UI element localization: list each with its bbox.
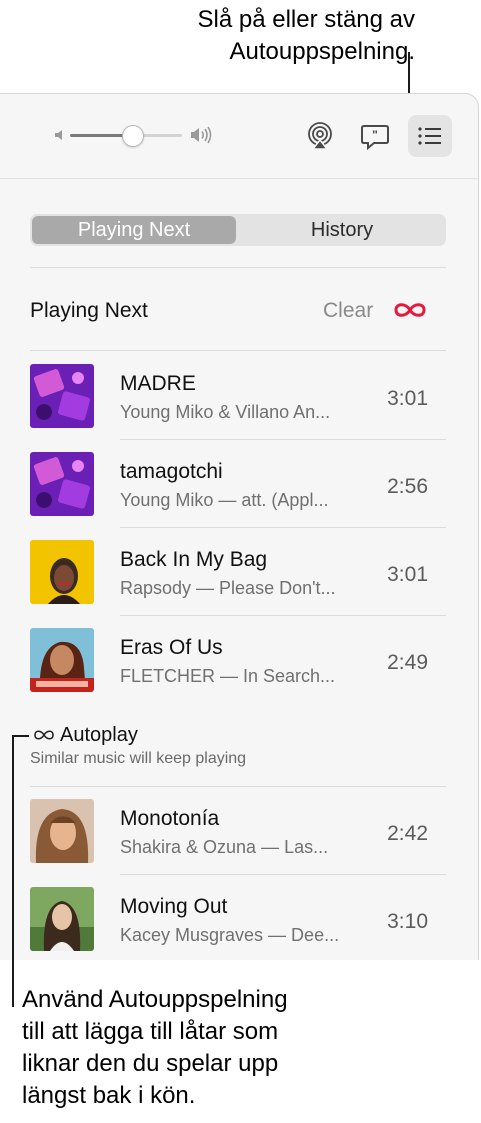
callout-bottom-leader-v xyxy=(12,735,14,1007)
callout-bottom-line4: längst bak i kön. xyxy=(22,1082,196,1109)
song-duration: 3:10 xyxy=(387,910,428,933)
song-duration: 3:01 xyxy=(387,387,428,410)
divider xyxy=(120,874,446,875)
lyrics-icon: " xyxy=(361,125,389,151)
song-duration: 3:01 xyxy=(387,563,428,586)
tab-history[interactable]: History xyxy=(240,214,444,246)
callout-bottom-line3: liknar den du spelar upp xyxy=(22,1050,279,1077)
callout-autoplay-info: Använd Autouppspelning till att lägga ti… xyxy=(22,984,382,1112)
volume-high-icon xyxy=(191,126,212,144)
album-art xyxy=(30,364,94,428)
album-art xyxy=(30,887,94,951)
infinity-icon xyxy=(34,730,54,740)
callout-top-line1: Slå på eller stäng av xyxy=(197,6,415,33)
song-subtitle: Kacey Musgraves — Dee... xyxy=(120,925,340,945)
album-art xyxy=(30,452,94,516)
autoplay-toggle-button[interactable] xyxy=(392,300,428,320)
queue-button[interactable] xyxy=(408,115,452,157)
divider xyxy=(120,527,446,528)
queue-tabs: Playing Next History xyxy=(30,214,446,246)
music-queue-panel: " Playing Next History Playing Next Clea… xyxy=(0,93,479,960)
song-title: Eras Of Us xyxy=(120,636,223,659)
callout-bottom-line1: Använd Autouppspelning xyxy=(22,986,288,1013)
divider xyxy=(30,267,446,268)
divider xyxy=(30,786,446,787)
song-title: Back In My Bag xyxy=(120,548,268,571)
queue-list-icon xyxy=(418,127,441,145)
song-subtitle: FLETCHER — In Search... xyxy=(120,666,336,686)
svg-text:": " xyxy=(372,128,378,142)
song-subtitle: Rapsody — Please Don't... xyxy=(120,578,336,598)
divider xyxy=(120,615,446,616)
song-subtitle: Young Miko — att. (Appl... xyxy=(120,490,329,510)
song-title: tamagotchi xyxy=(120,460,223,483)
song-duration: 2:42 xyxy=(387,822,428,845)
song-duration: 2:49 xyxy=(387,651,428,674)
album-art xyxy=(30,799,94,863)
callout-bottom-line2: till att lägga till låtar som xyxy=(22,1018,279,1045)
song-subtitle: Shakira & Ozuna — Las... xyxy=(120,837,329,857)
tab-playing-next[interactable]: Playing Next xyxy=(32,216,236,244)
volume-low-icon xyxy=(55,130,62,140)
callout-bottom-leader-h xyxy=(12,735,29,737)
song-title: Moving Out xyxy=(120,895,228,918)
album-art xyxy=(30,540,94,604)
autoplay-heading: Autoplay xyxy=(60,724,138,746)
autoplay-subtitle: Similar music will keep playing xyxy=(30,750,247,767)
song-subtitle: Young Miko & Villano An... xyxy=(120,402,331,422)
divider xyxy=(120,439,446,440)
lyrics-button[interactable]: " xyxy=(353,115,397,157)
divider xyxy=(30,350,446,351)
song-duration: 2:56 xyxy=(387,475,428,498)
album-art xyxy=(30,628,94,692)
playing-next-heading: Playing Next xyxy=(30,299,148,322)
volume-slider-knob[interactable] xyxy=(121,125,144,147)
song-title: Monotonía xyxy=(120,807,220,830)
airplay-button[interactable] xyxy=(298,115,342,157)
song-title: MADRE xyxy=(120,372,196,395)
airplay-icon xyxy=(308,122,332,150)
callout-autoplay-toggle: Slå på eller stäng av Autouppspelning. xyxy=(115,4,415,68)
callout-top-line2: Autouppspelning. xyxy=(229,38,415,65)
clear-button[interactable]: Clear xyxy=(323,299,373,323)
toolbar: " xyxy=(0,94,478,179)
